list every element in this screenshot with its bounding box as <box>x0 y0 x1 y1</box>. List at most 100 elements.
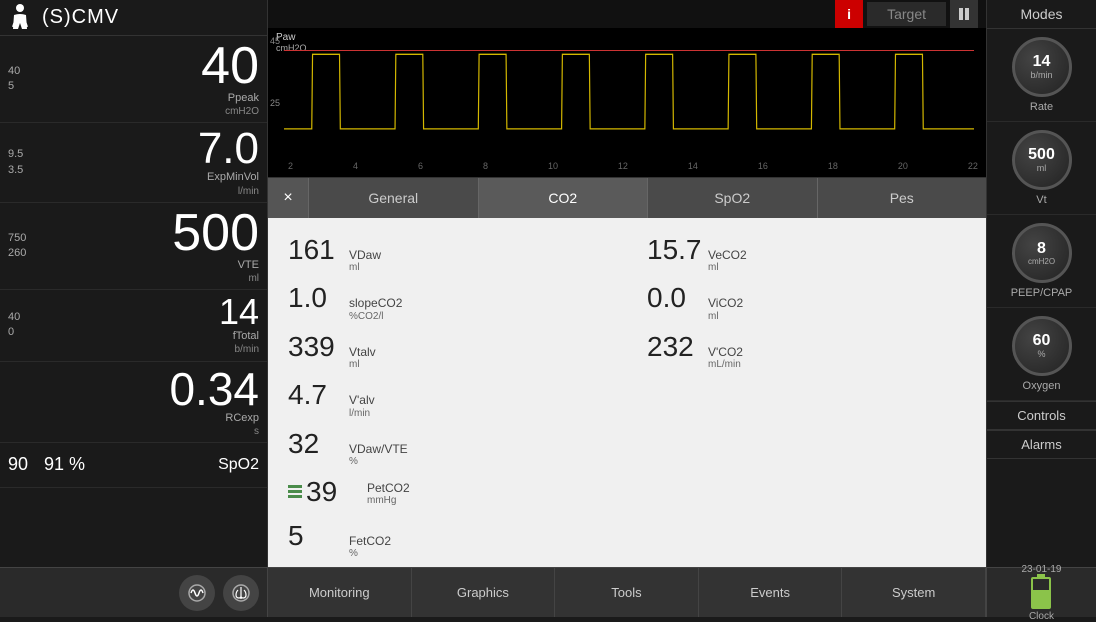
modal-content: 161 VDaw ml 15.7 VeCO2 ml <box>268 218 986 567</box>
vte-limits: 750 260 <box>8 207 43 285</box>
oxygen-knob[interactable]: 60 % <box>1012 316 1072 376</box>
battery-icon <box>1031 577 1051 609</box>
info-button[interactable]: i <box>835 0 863 28</box>
spo2-label: SpO2 <box>218 456 259 474</box>
warning-line-3 <box>288 495 302 498</box>
bottom-bar: Monitoring Graphics Tools Events System … <box>0 567 1096 617</box>
oxygen-knob-container[interactable]: 60 % Oxygen <box>987 308 1096 401</box>
vdaw-item: 161 VDaw ml <box>288 234 607 274</box>
ppeak-row: 40 5 40 Ppeak cmH2O <box>0 36 267 123</box>
modal-tab-co2[interactable]: CO2 <box>478 178 648 218</box>
pause-icon <box>957 7 971 21</box>
empty-cell <box>647 379 966 419</box>
vco2-label: V'CO2 mL/min <box>708 345 743 371</box>
oxygen-value: 60 <box>1033 333 1051 349</box>
oxygen-unit: % <box>1037 349 1045 359</box>
ftotal-value: 14 <box>219 294 259 330</box>
tab-monitoring[interactable]: Monitoring <box>268 568 412 617</box>
fetco2-item: 5 FetCO2 % <box>288 520 607 560</box>
mode-title: (S)CMV <box>42 6 119 29</box>
alarms-header: Alarms <box>987 430 1096 459</box>
waveform-icon <box>187 583 207 603</box>
waveform-icon-button[interactable] <box>179 575 215 611</box>
ppeak-limits: 40 5 <box>8 40 43 118</box>
valv-item: 4.7 V'alv l/min <box>288 379 607 419</box>
vco2-value: 232 <box>647 331 702 363</box>
valv-value: 4.7 <box>288 379 343 411</box>
spo2-row: 90 91 % SpO2 <box>0 443 267 488</box>
chart-x-axis: 2 4 6 8 10 12 14 16 18 20 22 <box>288 161 978 171</box>
modal-tab-pes[interactable]: Pes <box>817 178 987 218</box>
peep-knob[interactable]: 8 cmH2O <box>1012 223 1072 283</box>
vt-knob[interactable]: 500 ml <box>1012 130 1072 190</box>
left-panel: (S)CMV 40 5 40 Ppeak cmH2O 9.5 3.5 <box>0 0 268 567</box>
veco2-label: VeCO2 ml <box>708 248 747 274</box>
left-header: (S)CMV <box>0 0 267 36</box>
expminvol-limits: 9.5 3.5 <box>8 127 43 197</box>
modal-tab-general[interactable]: General <box>308 178 478 218</box>
fetco2-label: FetCO2 % <box>349 534 391 560</box>
rcexp-row: 0.34 RCexp s <box>0 362 267 443</box>
pause-button[interactable] <box>950 0 978 28</box>
vtalv-label: Vtalv ml <box>349 345 376 371</box>
slopeco2-value: 1.0 <box>288 282 343 314</box>
spo2-val2: 91 % <box>44 454 85 475</box>
modal-close-button[interactable]: × <box>268 178 308 218</box>
rate-unit: b/min <box>1030 70 1052 80</box>
vt-unit: ml <box>1037 163 1047 173</box>
vt-knob-container[interactable]: 500 ml Vt <box>987 122 1096 215</box>
tab-system[interactable]: System <box>842 568 986 617</box>
vico2-item: 0.0 ViCO2 ml <box>647 282 966 322</box>
empty-cell-3 <box>647 476 966 512</box>
lung-icon-button[interactable] <box>223 575 259 611</box>
ppeak-value: 40 <box>201 40 259 92</box>
battery-container <box>1031 577 1051 609</box>
vtalv-item: 339 Vtalv ml <box>288 331 607 371</box>
rcexp-label: RCexp s <box>225 412 259 438</box>
vico2-value: 0.0 <box>647 282 702 314</box>
spo2-val1: 90 <box>8 454 28 475</box>
tab-graphics[interactable]: Graphics <box>412 568 556 617</box>
chart-y-max: 45 <box>270 36 280 46</box>
vdawvte-item: 32 VDaw/VTE % <box>288 428 607 468</box>
rate-knob[interactable]: 14 b/min <box>1012 37 1072 97</box>
empty-cell-4 <box>647 520 966 560</box>
rate-knob-container[interactable]: 14 b/min Rate <box>987 29 1096 122</box>
tab-events[interactable]: Events <box>699 568 843 617</box>
peep-label: PEEP/CPAP <box>1011 287 1073 299</box>
veco2-item: 15.7 VeCO2 ml <box>647 234 966 274</box>
slopeco2-label: slopeCO2 %CO2/l <box>349 296 402 322</box>
expminvol-value: 7.0 <box>198 127 259 171</box>
bottom-left-icons <box>0 568 268 617</box>
vt-value: 500 <box>1028 147 1055 163</box>
slopeco2-item: 1.0 slopeCO2 %CO2/l <box>288 282 607 322</box>
rate-label: Rate <box>1030 101 1053 113</box>
target-button[interactable]: Target <box>867 2 946 26</box>
vte-label: VTE ml <box>238 259 259 285</box>
ftotal-value-container: 14 fTotal b/min <box>43 294 259 356</box>
controls-header: Controls <box>987 401 1096 430</box>
peep-knob-container[interactable]: 8 cmH2O PEEP/CPAP <box>987 215 1096 308</box>
modes-header: Modes <box>987 0 1096 29</box>
valv-label: V'alv l/min <box>349 393 375 419</box>
rcexp-value: 0.34 <box>169 366 259 412</box>
ppeak-value-container: 40 Ppeak cmH2O <box>43 40 259 118</box>
fetco2-value: 5 <box>288 520 343 552</box>
chart-y-mid: 25 <box>270 98 280 108</box>
ftotal-label: fTotal b/min <box>233 330 259 356</box>
peep-value: 8 <box>1037 241 1046 257</box>
modal-tabs: × General CO2 SpO2 Pes <box>268 178 986 218</box>
ftotal-row: 40 0 14 fTotal b/min <box>0 290 267 361</box>
chart-waveform <box>284 28 974 142</box>
peep-unit: cmH2O <box>1028 257 1055 266</box>
modal-dialog: × General CO2 SpO2 Pes 161 VDaw ml <box>268 178 986 567</box>
clock-label: Clock <box>1029 611 1054 622</box>
vico2-label: ViCO2 ml <box>708 296 743 322</box>
vt-label: Vt <box>1036 194 1046 206</box>
expminvol-row: 9.5 3.5 7.0 ExpMinVol l/min <box>0 123 267 202</box>
modal-tab-spo2[interactable]: SpO2 <box>647 178 817 218</box>
bottom-right-info: 23-01-19 Clock <box>986 568 1096 617</box>
tab-tools[interactable]: Tools <box>555 568 699 617</box>
petco2-item: 39 PetCO2 mmHg <box>288 476 607 512</box>
veco2-value: 15.7 <box>647 234 702 266</box>
